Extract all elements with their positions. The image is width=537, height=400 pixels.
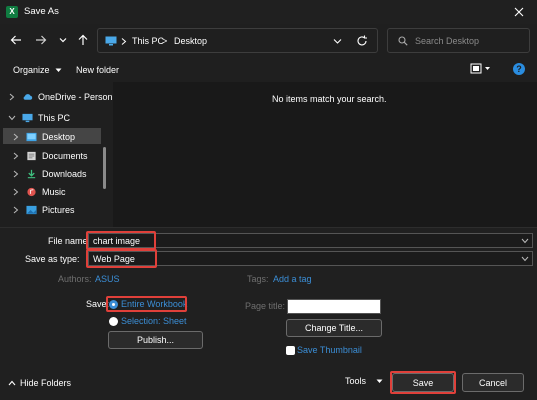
hide-folders-label: Hide Folders xyxy=(20,378,72,388)
expand-chevron-icon[interactable] xyxy=(12,188,20,196)
save-thumbnail-label[interactable]: Save Thumbnail xyxy=(297,345,362,355)
search-icon xyxy=(398,36,408,46)
breadcrumb-separator: > xyxy=(162,36,168,46)
chevron-down-icon[interactable] xyxy=(521,256,529,262)
tree-item-pictures[interactable]: Pictures xyxy=(12,201,75,218)
save-thumbnail-checkbox[interactable] xyxy=(286,346,295,355)
documents-icon xyxy=(27,151,36,160)
chevron-down-icon xyxy=(59,38,67,43)
help-icon[interactable]: ? xyxy=(513,63,525,75)
radio-selection-sheet[interactable] xyxy=(109,317,118,326)
view-options-button[interactable] xyxy=(470,63,492,77)
authors-label: Authors: xyxy=(58,274,92,284)
add-tag-link[interactable]: Add a tag xyxy=(273,274,312,284)
collapse-chevron-icon[interactable] xyxy=(8,114,16,122)
desktop-folder-icon xyxy=(26,132,37,141)
tree-item-label: Downloads xyxy=(42,168,87,179)
new-folder-button[interactable]: New folder xyxy=(76,65,119,75)
expand-chevron-icon[interactable] xyxy=(8,93,16,101)
dropdown-arrow-icon xyxy=(55,68,62,73)
chevron-right-icon xyxy=(121,38,127,45)
monitor-icon xyxy=(105,36,117,46)
publish-button[interactable]: Publish... xyxy=(108,331,203,349)
close-icon xyxy=(514,7,524,17)
save-type-highlight-box xyxy=(86,249,157,268)
forward-button[interactable] xyxy=(31,29,51,51)
tools-label: Tools xyxy=(345,376,367,386)
arrow-up-icon xyxy=(78,34,88,45)
downloads-icon xyxy=(27,169,36,178)
address-bar[interactable]: This PC > Desktop xyxy=(97,28,378,53)
cloud-icon xyxy=(23,93,33,100)
recent-locations-button[interactable] xyxy=(53,29,73,51)
excel-app-icon: X xyxy=(6,6,18,18)
authors-value[interactable]: ASUS xyxy=(95,274,120,284)
organize-label: Organize xyxy=(13,65,50,75)
back-button[interactable] xyxy=(6,29,26,51)
pictures-icon xyxy=(26,205,37,214)
tree-item-label: This PC xyxy=(38,112,71,123)
tree-item-label: OneDrive - Person xyxy=(38,91,113,102)
arrow-right-icon xyxy=(36,35,47,45)
page-title-label: Page title: xyxy=(245,301,286,311)
cancel-button[interactable]: Cancel xyxy=(462,373,524,392)
save-button-highlight-box xyxy=(390,371,456,394)
tree-item-label: Documents xyxy=(42,150,88,161)
tags-label: Tags: xyxy=(247,274,269,284)
tree-item-this-pc[interactable]: This PC xyxy=(8,109,70,126)
chevron-up-icon xyxy=(8,380,16,386)
window-title: Save As xyxy=(24,6,59,17)
organize-button[interactable]: Organize xyxy=(13,65,62,75)
tools-button[interactable]: Tools xyxy=(345,376,383,386)
expand-chevron-icon[interactable] xyxy=(12,206,20,214)
up-button[interactable] xyxy=(73,29,93,51)
pc-icon xyxy=(22,113,33,122)
breadcrumb-desktop[interactable]: Desktop xyxy=(174,36,207,46)
save-as-type-label: Save as type: xyxy=(25,254,80,264)
selection-sheet-label[interactable]: Selection: Sheet xyxy=(121,316,187,326)
search-box[interactable]: Search Desktop xyxy=(387,28,530,53)
view-icon xyxy=(470,63,490,74)
nav-pane-scrollbar[interactable] xyxy=(103,147,106,189)
tree-item-music[interactable]: Music xyxy=(12,183,66,200)
music-icon xyxy=(27,187,36,196)
file-name-label: File name: xyxy=(48,236,91,246)
file-name-highlight-box xyxy=(86,231,156,250)
tree-item-downloads[interactable]: Downloads xyxy=(12,165,87,182)
tree-item-desktop[interactable]: Desktop xyxy=(12,128,75,145)
entire-workbook-highlight-box xyxy=(106,296,187,312)
tree-item-label: Music xyxy=(42,186,66,197)
refresh-icon xyxy=(357,35,367,46)
breadcrumb-this-pc[interactable]: This PC xyxy=(132,36,164,46)
title-bar: X Save As xyxy=(0,0,537,24)
expand-chevron-icon[interactable] xyxy=(12,152,20,160)
address-dropdown-icon[interactable] xyxy=(333,38,342,45)
refresh-button[interactable] xyxy=(354,33,370,49)
search-placeholder: Search Desktop xyxy=(415,36,480,46)
arrow-left-icon xyxy=(10,35,21,45)
tree-item-documents[interactable]: Documents xyxy=(12,147,88,164)
empty-folder-message: No items match your search. xyxy=(272,94,387,104)
change-title-button[interactable]: Change Title... xyxy=(286,319,382,337)
chevron-down-icon[interactable] xyxy=(521,238,529,244)
hide-folders-button[interactable]: Hide Folders xyxy=(8,378,71,388)
close-button[interactable] xyxy=(505,0,533,24)
page-title-input[interactable] xyxy=(287,299,381,314)
dropdown-arrow-icon xyxy=(376,379,383,383)
expand-chevron-icon[interactable] xyxy=(12,133,20,141)
tree-item-label: Pictures xyxy=(42,204,75,215)
tree-item-label: Desktop xyxy=(42,131,76,142)
tree-item-onedrive[interactable]: OneDrive - Person xyxy=(8,88,113,105)
expand-chevron-icon[interactable] xyxy=(12,170,20,178)
